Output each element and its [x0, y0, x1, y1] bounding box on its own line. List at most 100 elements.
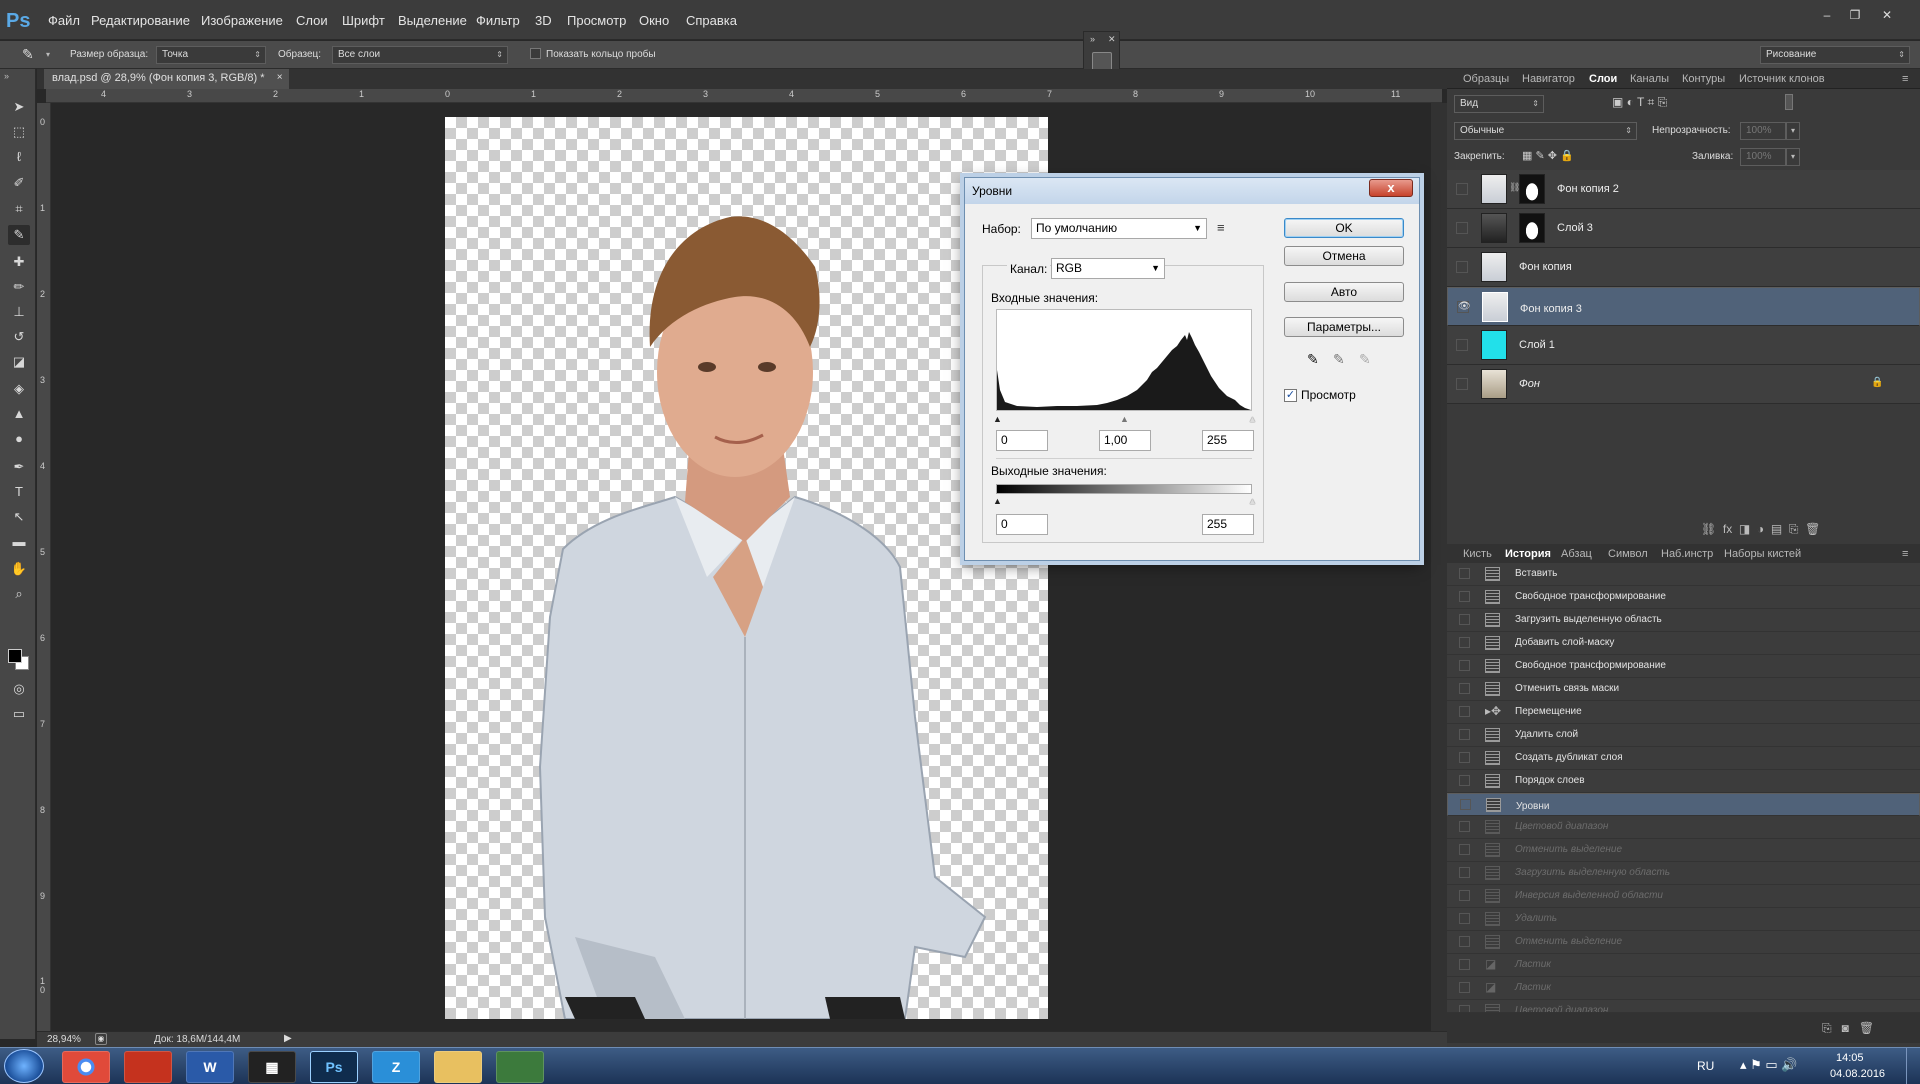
cancel-button[interactable]: Отмена: [1284, 246, 1404, 266]
input-black-slider[interactable]: ▲: [993, 414, 1002, 424]
language-indicator[interactable]: RU: [1697, 1059, 1714, 1073]
visibility-toggle[interactable]: [1456, 222, 1468, 234]
sample-select[interactable]: Все слои ⇕: [332, 46, 508, 64]
eyedropper-icon[interactable]: ✎: [22, 46, 34, 63]
rectangle-tool-icon[interactable]: ▬: [8, 532, 30, 552]
status-menu-arrow-icon[interactable]: ▶: [284, 1033, 292, 1044]
eye-icon[interactable]: 👁: [1457, 301, 1471, 313]
taskbar-app-word[interactable]: W: [186, 1051, 234, 1083]
opacity-dropdown[interactable]: ▾: [1786, 122, 1800, 140]
tab-paragraph[interactable]: Абзац: [1561, 548, 1592, 560]
history-actions-icons[interactable]: ⎘ ◙ 🗑: [1822, 1021, 1874, 1036]
collapse-icon[interactable]: »: [4, 71, 9, 81]
menu-3d[interactable]: 3D: [535, 13, 552, 28]
preset-select[interactable]: По умолчанию ▼: [1031, 218, 1207, 239]
auto-button[interactable]: Авто: [1284, 282, 1404, 302]
zoom-tool-icon[interactable]: ⌕: [8, 584, 30, 604]
layer-row[interactable]: 👁 Фон копия 3: [1447, 287, 1920, 326]
menu-image[interactable]: Изображение: [201, 13, 283, 28]
healing-brush-tool-icon[interactable]: ✚: [8, 252, 30, 272]
quick-selection-tool-icon[interactable]: ✐: [8, 173, 30, 193]
move-tool-icon[interactable]: ➤: [8, 97, 30, 117]
panel-menu-icon[interactable]: ≡: [1902, 548, 1908, 560]
layer-row[interactable]: Слой 3: [1447, 209, 1920, 248]
blend-mode-select[interactable]: Обычные ⇕: [1454, 122, 1637, 140]
visibility-toggle[interactable]: [1456, 378, 1468, 390]
history-item[interactable]: Создать дубликат слоя: [1447, 747, 1920, 770]
layer-actions-icons[interactable]: ⛓ fx ◨ ◑ ▤ ⎘ 🗑: [1701, 522, 1820, 537]
document-canvas[interactable]: [445, 117, 1048, 1019]
tab-navigator[interactable]: Навигатор: [1522, 73, 1575, 85]
tab-channels[interactable]: Каналы: [1630, 73, 1669, 85]
white-point-eyedropper-icon[interactable]: ✎: [1359, 351, 1371, 368]
menu-edit[interactable]: Редактирование: [91, 13, 190, 28]
history-item[interactable]: ◪ Ластик: [1447, 954, 1920, 977]
history-item[interactable]: Уровни: [1447, 793, 1920, 816]
input-white-slider[interactable]: ▲: [1248, 414, 1257, 424]
history-item[interactable]: Загрузить выделенную область: [1447, 609, 1920, 632]
preview-checkbox[interactable]: ✓: [1284, 389, 1297, 402]
clock-time[interactable]: 14:05: [1836, 1052, 1864, 1064]
eraser-tool-icon[interactable]: ◪: [8, 352, 30, 372]
options-button[interactable]: Параметры...: [1284, 317, 1404, 337]
visibility-toggle[interactable]: [1456, 183, 1468, 195]
history-item[interactable]: Цветовой диапазон: [1447, 1000, 1920, 1013]
output-black-slider[interactable]: ▲: [993, 496, 1002, 506]
workspace-select[interactable]: Рисование ⇕: [1760, 46, 1910, 64]
tab-swatches[interactable]: Образцы: [1463, 73, 1509, 85]
layer-row[interactable]: Фон 🔒: [1447, 365, 1920, 404]
menu-type[interactable]: Шрифт: [342, 13, 385, 28]
tray-icons[interactable]: ▴ ⚑ ▭ 🔊: [1740, 1057, 1797, 1073]
history-item[interactable]: Порядок слоев: [1447, 770, 1920, 793]
dialog-close-button[interactable]: x: [1369, 179, 1413, 197]
black-point-eyedropper-icon[interactable]: ✎: [1307, 351, 1319, 368]
history-item[interactable]: Инверсия выделенной области: [1447, 885, 1920, 908]
layer-row[interactable]: Слой 1: [1447, 326, 1920, 365]
tool-preset-chevron-icon[interactable]: ▾: [46, 50, 50, 59]
history-item[interactable]: ◪ Ластик: [1447, 977, 1920, 1000]
fill-field[interactable]: 100%: [1740, 148, 1786, 166]
history-item[interactable]: Свободное трансформирование: [1447, 586, 1920, 609]
history-item[interactable]: Отменить выделение: [1447, 931, 1920, 954]
sample-size-select[interactable]: Точка ⇕: [156, 46, 266, 64]
menu-window[interactable]: Окно: [639, 13, 669, 28]
tab-brush[interactable]: Кисть: [1463, 548, 1492, 560]
dialog-titlebar[interactable]: Уровни x: [965, 178, 1419, 204]
zoom-level[interactable]: 28,94%: [47, 1034, 81, 1045]
visibility-toggle[interactable]: [1456, 261, 1468, 273]
canvas-scrollbar[interactable]: [1431, 103, 1447, 1035]
input-white-field[interactable]: 255: [1202, 430, 1254, 451]
tab-layers[interactable]: Слои: [1589, 73, 1617, 85]
taskbar-app-photoshop[interactable]: Ps: [310, 1051, 358, 1083]
dodge-tool-icon[interactable]: ●: [8, 429, 30, 449]
taskbar-app-monitor[interactable]: [496, 1051, 544, 1083]
expand-icon[interactable]: »: [1090, 34, 1095, 44]
layer-row[interactable]: ⛓ Фон копия 2: [1447, 170, 1920, 209]
crop-tool-icon[interactable]: ⌗: [8, 199, 30, 219]
taskbar-app-acrobat[interactable]: [124, 1051, 172, 1083]
lock-icons[interactable]: ▦ ✎ ✥ 🔒: [1522, 149, 1574, 162]
tab-character[interactable]: Символ: [1608, 548, 1648, 560]
taskbar-app-zona[interactable]: Z: [372, 1051, 420, 1083]
tab-history[interactable]: История: [1505, 548, 1551, 560]
history-item[interactable]: ▸✥ Перемещение: [1447, 701, 1920, 724]
input-black-field[interactable]: 0: [996, 430, 1048, 451]
screen-mode-icon[interactable]: ▭: [8, 704, 30, 724]
clone-stamp-tool-icon[interactable]: ⊥: [8, 302, 30, 322]
close-tab-icon[interactable]: ×: [277, 72, 283, 83]
taskbar-app-chrome[interactable]: [62, 1051, 110, 1083]
history-item[interactable]: Удалить слой: [1447, 724, 1920, 747]
blur-tool-icon[interactable]: ▲: [8, 404, 30, 424]
menu-select[interactable]: Выделение: [398, 13, 467, 28]
output-white-slider[interactable]: ▲: [1248, 496, 1257, 506]
tab-tool-presets[interactable]: Наб.инстр: [1661, 548, 1713, 560]
close-icon[interactable]: ✕: [1876, 8, 1898, 22]
taskbar-app-folder[interactable]: [434, 1051, 482, 1083]
clock-date[interactable]: 04.08.2016: [1830, 1068, 1885, 1080]
hand-tool-icon[interactable]: ✋: [8, 559, 30, 579]
opacity-field[interactable]: 100%: [1740, 122, 1786, 140]
channel-select[interactable]: RGB ▼: [1051, 258, 1165, 279]
tab-brush-presets[interactable]: Наборы кистей: [1724, 548, 1801, 560]
input-gamma-slider[interactable]: ▲: [1120, 414, 1129, 424]
foreground-color-swatch[interactable]: [8, 649, 22, 663]
